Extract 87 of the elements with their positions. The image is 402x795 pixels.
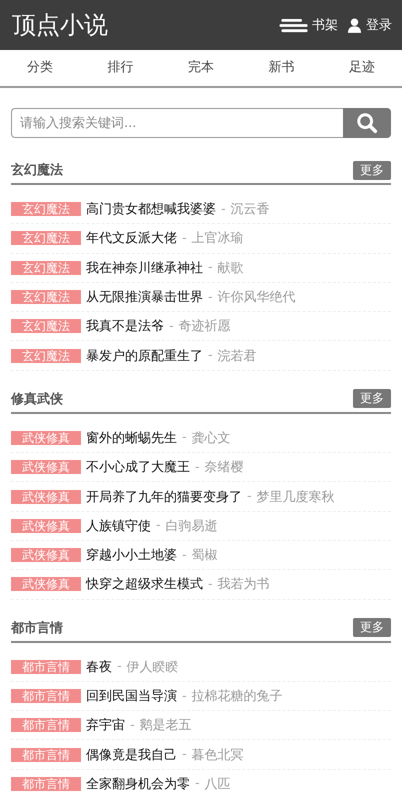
author-link[interactable]: 奈绪樱 xyxy=(204,458,244,476)
nav-link[interactable]: 足迹 xyxy=(322,50,402,86)
separator: - xyxy=(208,348,213,364)
separator: - xyxy=(195,776,200,792)
nav-link[interactable]: 分类 xyxy=(0,50,80,86)
author-link[interactable]: 蜀椒 xyxy=(192,546,218,564)
book-title-link[interactable]: 暴发户的原配重生了 xyxy=(86,346,203,365)
book-title-link[interactable]: 年代文反派大佬 xyxy=(86,229,177,248)
book-title-link[interactable]: 穿越小小土地婆 xyxy=(86,546,177,564)
category-tag[interactable]: 都市言情 xyxy=(11,689,81,703)
author-link[interactable]: 许你风华绝代 xyxy=(218,288,296,306)
book-title-link[interactable]: 偶像竟是我自己 xyxy=(86,746,177,764)
author-link[interactable]: 暮色北冥 xyxy=(192,746,244,764)
category-tag[interactable]: 武侠修真 xyxy=(11,490,81,504)
book-title-link[interactable]: 快穿之超级求生模式 xyxy=(86,575,203,594)
book-title-link[interactable]: 我在神奈川继承神社 xyxy=(86,258,203,277)
book-title-link[interactable]: 窗外的蜥蜴先生 xyxy=(86,428,177,447)
category-tag[interactable]: 玄幻魔法 xyxy=(11,202,81,216)
author-link[interactable]: 浣若君 xyxy=(218,346,257,365)
author-link[interactable]: 上官冰瑜 xyxy=(192,229,244,248)
section-title: 都市言情 xyxy=(11,620,63,637)
more-button[interactable]: 更多 xyxy=(353,389,391,408)
separator: - xyxy=(117,659,122,674)
category-tag[interactable]: 都市言情 xyxy=(11,660,81,674)
more-button[interactable]: 更多 xyxy=(353,618,391,638)
author-link[interactable]: 龚心文 xyxy=(192,428,231,447)
separator: - xyxy=(182,548,187,563)
book-title-link[interactable]: 从无限推演暴击世界 xyxy=(86,288,203,306)
nav-link[interactable]: 完本 xyxy=(160,50,242,86)
header-link[interactable]: 书架 xyxy=(279,16,338,34)
author-link[interactable]: 奇迹祈愿 xyxy=(178,317,231,336)
separator: - xyxy=(195,460,200,475)
category-tag[interactable]: 武侠修真 xyxy=(11,518,81,533)
nav-link[interactable]: 新书 xyxy=(241,50,322,86)
author-link[interactable]: 沉云香 xyxy=(230,200,270,218)
site-logo[interactable]: 顶点小说 xyxy=(12,9,108,41)
book-title-link[interactable]: 全家翻身机会为零 xyxy=(86,774,190,793)
separator: - xyxy=(208,290,213,305)
category-tag[interactable]: 武侠修真 xyxy=(11,430,81,445)
section-title: 玄幻魔法 xyxy=(11,162,63,179)
book-title-link[interactable]: 开局养了九年的猫要变身了 xyxy=(86,488,242,506)
category-tag[interactable]: 玄幻魔法 xyxy=(11,348,81,363)
author-link[interactable]: 献歌 xyxy=(218,258,244,277)
separator: - xyxy=(182,747,187,762)
separator: - xyxy=(208,576,213,592)
author-link[interactable]: 拉棉花糖的兔子 xyxy=(192,687,283,705)
user-icon xyxy=(348,18,361,32)
category-tag[interactable]: 都市言情 xyxy=(11,748,81,762)
search-icon xyxy=(356,112,378,134)
more-button[interactable]: 更多 xyxy=(353,160,391,180)
author-link[interactable]: 伊人睽睽 xyxy=(126,658,179,676)
category-tag[interactable]: 玄幻魔法 xyxy=(11,319,81,334)
category-tag[interactable]: 玄幻魔法 xyxy=(11,260,81,275)
header-link[interactable]: 登录 xyxy=(348,16,392,34)
separator: - xyxy=(221,202,226,217)
category-tag[interactable]: 武侠修真 xyxy=(11,460,81,474)
separator: - xyxy=(182,230,187,246)
book-title-link[interactable]: 春夜 xyxy=(86,658,112,676)
separator: - xyxy=(182,688,187,704)
book-title-link[interactable]: 回到民国当导演 xyxy=(86,687,177,705)
category-tag[interactable]: 玄幻魔法 xyxy=(11,231,81,246)
separator: - xyxy=(208,260,213,276)
separator: - xyxy=(156,518,161,534)
separator: - xyxy=(130,718,135,733)
book-title-link[interactable]: 我真不是法爷 xyxy=(86,317,164,336)
category-tag[interactable]: 都市言情 xyxy=(11,718,81,732)
category-tag[interactable]: 武侠修真 xyxy=(11,548,81,562)
author-link[interactable]: 我若为书 xyxy=(218,575,270,594)
separator: - xyxy=(182,430,187,446)
category-tag[interactable]: 武侠修真 xyxy=(11,577,81,592)
book-title-link[interactable]: 弃宇宙 xyxy=(86,716,125,734)
bookshelf-icon xyxy=(279,18,310,32)
book-title-link[interactable]: 人族镇守使 xyxy=(86,516,151,535)
author-link[interactable]: 八匹 xyxy=(204,774,231,793)
separator: - xyxy=(169,318,174,334)
section-title: 修真武侠 xyxy=(11,390,63,408)
nav-link[interactable]: 排行 xyxy=(80,50,161,86)
separator: - xyxy=(247,489,252,504)
author-link[interactable]: 白驹易逝 xyxy=(166,516,218,535)
book-title-link[interactable]: 不小心成了大魔王 xyxy=(86,458,190,476)
search-field[interactable]: 请输入搜索关键词... xyxy=(11,108,343,138)
author-link[interactable]: 鹅是老五 xyxy=(140,716,192,734)
search-button[interactable] xyxy=(343,108,391,138)
author-link[interactable]: 梦里几度寒秋 xyxy=(256,488,335,506)
book-title-link[interactable]: 高门贵女都想喊我婆婆 xyxy=(86,200,216,218)
category-tag[interactable]: 都市言情 xyxy=(11,776,81,791)
category-tag[interactable]: 玄幻魔法 xyxy=(11,290,81,304)
